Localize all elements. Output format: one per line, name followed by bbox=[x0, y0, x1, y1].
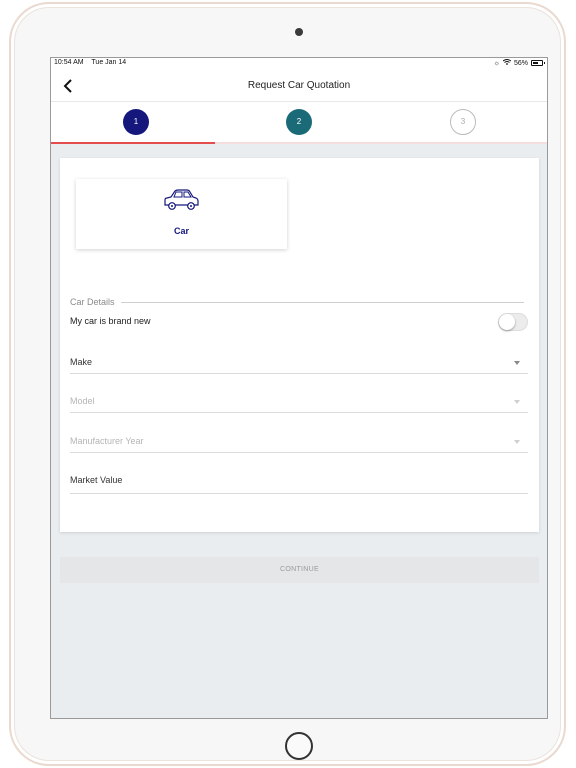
status-time: 10:54 AM bbox=[54, 59, 84, 66]
status-bar: 10:54 AM Tue Jan 14 ☼ 56% bbox=[51, 58, 547, 70]
make-label: Make bbox=[70, 357, 93, 367]
battery-icon bbox=[531, 60, 545, 66]
status-left: 10:54 AM Tue Jan 14 bbox=[54, 59, 132, 66]
app-screen: 10:54 AM Tue Jan 14 ☼ 56% Request Car Qu… bbox=[50, 57, 548, 719]
market-value-label: Market Value bbox=[70, 475, 123, 485]
toggle-knob bbox=[499, 314, 515, 330]
quotation-card: Car Car Details My car is brand new Make… bbox=[60, 158, 539, 532]
home-button[interactable] bbox=[285, 732, 313, 760]
section-divider bbox=[70, 302, 524, 303]
section-title: Car Details bbox=[70, 297, 121, 307]
step-2[interactable]: 2 bbox=[286, 109, 312, 135]
tablet-frame: 10:54 AM Tue Jan 14 ☼ 56% Request Car Qu… bbox=[9, 2, 566, 766]
model-label: Model bbox=[70, 396, 95, 406]
page-title: Request Car Quotation bbox=[247, 80, 351, 91]
brand-new-toggle[interactable] bbox=[498, 313, 528, 331]
caret-down-icon bbox=[514, 400, 520, 404]
caret-down-icon bbox=[514, 361, 520, 365]
caret-down-icon bbox=[514, 440, 520, 444]
manufacturer-year-label: Manufacturer Year bbox=[70, 436, 144, 446]
vehicle-type-car[interactable]: Car bbox=[76, 179, 287, 249]
market-value-input[interactable]: Market Value bbox=[70, 472, 528, 494]
navigation-bar: Request Car Quotation bbox=[51, 70, 547, 102]
step-3[interactable]: 3 bbox=[450, 109, 476, 135]
brand-new-label: My car is brand new bbox=[70, 316, 151, 326]
continue-button[interactable]: CONTINUE bbox=[60, 557, 539, 583]
wifi-icon bbox=[502, 59, 512, 67]
front-camera bbox=[295, 28, 303, 36]
car-icon bbox=[164, 189, 199, 210]
brightness-icon: ☼ bbox=[493, 59, 500, 67]
model-dropdown[interactable]: Model bbox=[70, 393, 528, 413]
battery-percent: 56% bbox=[513, 59, 528, 67]
step-indicator: 1 2 3 bbox=[51, 102, 547, 144]
section-header: Car Details bbox=[70, 297, 524, 309]
brand-new-row: My car is brand new bbox=[70, 313, 528, 333]
progress-fill bbox=[51, 142, 215, 144]
manufacturer-year-dropdown[interactable]: Manufacturer Year bbox=[70, 433, 528, 453]
step-1[interactable]: 1 bbox=[123, 109, 149, 135]
progress-track bbox=[51, 142, 547, 144]
make-dropdown[interactable]: Make bbox=[70, 354, 528, 374]
status-right: ☼ 56% bbox=[493, 59, 545, 67]
status-date: Tue Jan 14 bbox=[91, 59, 127, 66]
vehicle-label: Car bbox=[173, 226, 189, 236]
